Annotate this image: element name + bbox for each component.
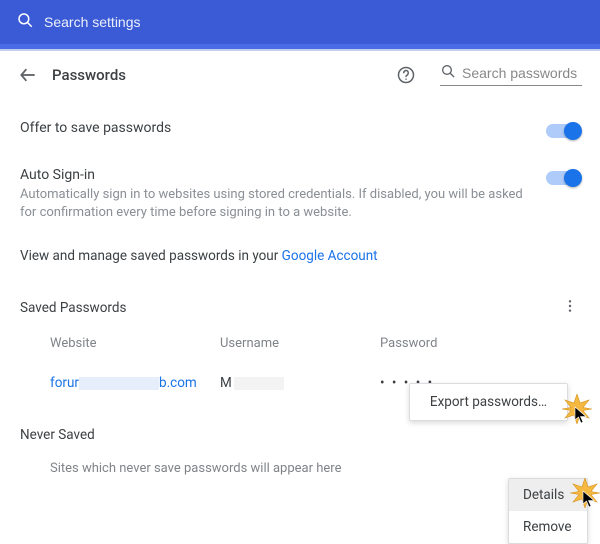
never-saved-empty: Sites which never save passwords will ap…	[20, 453, 580, 476]
menu-item-remove[interactable]: Remove	[509, 511, 587, 543]
offer-save-row: Offer to save passwords	[20, 106, 580, 153]
saved-passwords-head: Saved Passwords	[20, 284, 580, 326]
user-start: M	[220, 375, 232, 391]
redacted-segment	[79, 377, 159, 390]
site-start: forur	[50, 375, 79, 391]
search-icon	[16, 11, 34, 33]
site-end: b.com	[159, 375, 197, 391]
password-search-wrap[interactable]	[440, 63, 582, 86]
offer-save-label: Offer to save passwords	[20, 120, 530, 136]
google-account-link[interactable]: Google Account	[282, 248, 378, 264]
search-icon	[440, 63, 456, 83]
manage-prefix: View and manage saved passwords in your	[20, 248, 282, 264]
saved-passwords-title: Saved Passwords	[20, 300, 560, 316]
auto-signin-desc: Automatically sign in to websites using …	[20, 186, 530, 222]
help-icon[interactable]	[396, 65, 416, 85]
manage-passwords-row: View and manage saved passwords in your …	[20, 236, 580, 284]
auto-signin-toggle[interactable]	[546, 171, 580, 185]
page-title: Passwords	[52, 66, 126, 84]
more-vert-icon[interactable]	[560, 298, 580, 318]
auto-signin-row: Auto Sign-in Automatically sign in to we…	[20, 153, 580, 236]
col-username: Username	[220, 336, 380, 351]
row-username: M	[220, 375, 380, 391]
row-website[interactable]: forur b.com	[50, 375, 220, 391]
password-search-input[interactable]	[462, 65, 582, 81]
settings-search-input[interactable]	[44, 14, 584, 30]
back-arrow-icon[interactable]	[18, 65, 38, 85]
row-context-menu: Details Remove	[508, 478, 588, 544]
auto-signin-label: Auto Sign-in	[20, 167, 530, 183]
col-website: Website	[50, 336, 220, 351]
redacted-segment	[234, 377, 284, 390]
column-headers: Website Username Password	[20, 326, 580, 365]
export-passwords-menu-item[interactable]: Export passwords…	[409, 383, 568, 421]
page-header: Passwords	[0, 51, 600, 98]
col-password: Password	[380, 336, 580, 351]
offer-save-toggle[interactable]	[546, 124, 580, 138]
menu-item-details[interactable]: Details	[509, 479, 587, 511]
top-bar	[0, 0, 600, 44]
